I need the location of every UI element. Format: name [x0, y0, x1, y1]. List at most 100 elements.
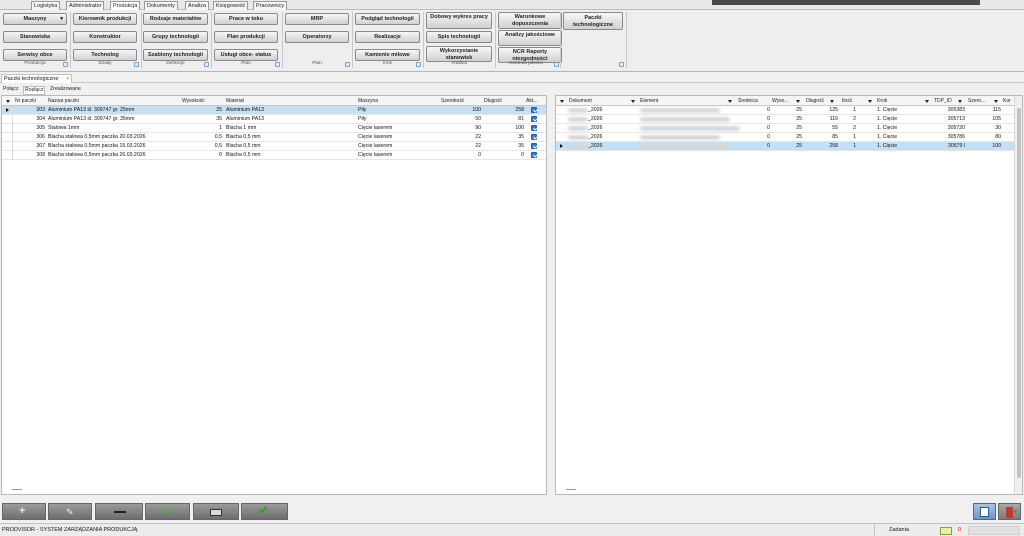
cell-wysokosc: 0,5 — [214, 134, 222, 140]
analizy-jakosciowe-button[interactable]: Analizy jakościowe — [498, 30, 562, 46]
spis-technologii-button[interactable]: Spis technologii — [426, 31, 492, 43]
grupy-technologii-button[interactable]: Grupy technologii — [143, 31, 208, 43]
col-dlugosc[interactable]: Długość — [806, 96, 824, 106]
expand-icon[interactable] — [345, 62, 350, 67]
col-dokument[interactable]: Dokument — [569, 96, 592, 106]
vertical-scrollbar[interactable] — [1014, 96, 1022, 494]
table-row[interactable]: 304 Aluminium PA13 śl. 309747 gr. 35mm 35 A… — [2, 115, 546, 124]
active-checkbox[interactable] — [531, 125, 537, 131]
edit-button[interactable]: ✎ — [48, 503, 92, 520]
col-tdp-id[interactable]: TDP_ID — [934, 96, 952, 106]
active-checkbox[interactable] — [531, 116, 537, 122]
menu-tab-administrator[interactable]: Administrator — [66, 1, 105, 10]
plan-produkcji-button[interactable]: Plan produkcji — [214, 31, 278, 43]
realizacje-button[interactable]: Realizacje — [355, 31, 420, 43]
filter-icon[interactable] — [830, 100, 834, 103]
cell-szerokosc: 100 — [472, 107, 481, 113]
mrp-button[interactable]: MRP — [285, 13, 349, 25]
filter-icon[interactable] — [958, 100, 962, 103]
col-szerokosc[interactable]: Szero... — [968, 96, 985, 106]
exit-button[interactable]: ➜ — [998, 503, 1021, 520]
table-row[interactable]: 307 Blacha stalowa 0,5mm paczka 15.03.202… — [2, 142, 546, 151]
filter-icon[interactable] — [994, 100, 998, 103]
col-wysokosc[interactable]: Wysokość — [182, 96, 205, 106]
maszyny-button[interactable]: Maszyny ▾ — [3, 13, 67, 25]
filter-icon[interactable] — [631, 100, 635, 103]
add-button[interactable]: + — [2, 503, 46, 520]
col-krok[interactable]: Krok — [877, 96, 887, 106]
active-checkbox[interactable] — [531, 107, 537, 113]
stanowiska-button[interactable]: Stanowiska — [3, 31, 67, 43]
operatorzy-button[interactable]: Operatorzy — [285, 31, 349, 43]
prace-w-toku-button[interactable]: Prace w toku — [214, 13, 278, 25]
cell-nr-paczki: 306 — [36, 134, 45, 140]
table-row[interactable]: _2026 0 25 258 1 1. Cięcie 30579 l 100 — [556, 142, 1014, 151]
delete-button[interactable] — [95, 503, 143, 520]
col-szerokosc[interactable]: Szerokość — [441, 96, 464, 106]
podglad-technologii-button[interactable]: Podgląd technologii — [355, 13, 420, 25]
expand-icon[interactable] — [204, 62, 209, 67]
filter-icon[interactable] — [925, 100, 929, 103]
separator — [560, 12, 561, 68]
rodzaje-materialow-button[interactable]: Rodzaje materiałów — [143, 13, 208, 25]
active-checkbox[interactable] — [531, 143, 537, 149]
expand-icon[interactable] — [619, 62, 624, 67]
col-kor[interactable]: Kor — [1003, 96, 1011, 106]
tab-polacz[interactable]: Połącz — [3, 86, 19, 93]
table-row[interactable]: 305 Stalowa 1mm 1 Blacha 1 mm Cięcie laserem… — [2, 124, 546, 133]
zadania-label[interactable]: Zadania — [889, 524, 909, 536]
confirm-button[interactable]: ✔ — [241, 503, 288, 520]
menu-tab-logistyka[interactable]: Logistyka — [31, 1, 61, 10]
col-aktywna[interactable]: Akt... — [526, 96, 537, 106]
menu-tab-pracownicy[interactable]: Pracownicy — [253, 1, 288, 10]
kierownik-produkcji-button[interactable]: Kierownik produkcji — [73, 13, 137, 25]
row-header-divider — [12, 142, 13, 151]
expand-icon[interactable] — [63, 62, 68, 67]
report-button[interactable] — [973, 503, 996, 520]
table-row[interactable]: _2026 0 25 116 2 1. Cięcie 305713 105 — [556, 115, 1014, 124]
expand-icon[interactable] — [275, 62, 280, 67]
col-maszyna[interactable]: Maszyna — [358, 96, 378, 106]
menu-tab-analiza[interactable]: Analiza — [185, 1, 210, 10]
col-dlugosc[interactable]: Długość — [484, 96, 502, 106]
col-material[interactable]: Materiał — [226, 96, 244, 106]
warunkowe-dopuszczenia-button[interactable]: Warunkowe dopuszczenia — [498, 12, 562, 29]
col-srednica[interactable]: Średnica — [738, 96, 758, 106]
table-row[interactable]: 303 Aluminium PA13 śl. 309747 gr. 25mm 25 A… — [2, 106, 546, 115]
chevron-down-icon: ▾ — [60, 16, 63, 22]
filter-icon[interactable] — [728, 100, 732, 103]
menu-tab-dokumenty[interactable]: Dokumenty — [144, 1, 178, 10]
close-icon[interactable]: × — [66, 76, 69, 82]
tab-rozlacz[interactable]: Rozłącz — [23, 86, 46, 95]
refresh-button[interactable]: ↻ — [145, 503, 190, 520]
col-nazwa-paczki[interactable]: Nazwa paczki — [48, 96, 79, 106]
table-row[interactable]: _2026 0 25 85 1 1. Cięcie 305786 80 — [556, 133, 1014, 142]
tab-zrealizowane[interactable]: Zrealizowane — [50, 86, 81, 93]
active-checkbox[interactable] — [531, 152, 537, 158]
col-nr-paczki[interactable]: Nr paczki — [15, 96, 36, 106]
table-row[interactable]: _2026 0 25 125 1 1. Cięcie 305383 115 — [556, 106, 1014, 115]
table-row[interactable]: 308 Blacha stalowa 0,5mm paczka 26.03.202… — [2, 151, 546, 160]
filter-icon[interactable] — [6, 100, 10, 103]
filter-icon[interactable] — [560, 100, 564, 103]
splitter[interactable] — [549, 95, 554, 495]
scrollbar-thumb[interactable] — [1017, 108, 1021, 478]
active-checkbox[interactable] — [531, 134, 537, 140]
table-row[interactable]: _2026 0 25 55 2 1. Cięcie 305720 30 — [556, 124, 1014, 133]
expand-icon[interactable] — [134, 62, 139, 67]
filter-icon[interactable] — [868, 100, 872, 103]
konstruktor-button[interactable]: Konstruktor — [73, 31, 137, 43]
col-element[interactable]: Element — [640, 96, 658, 106]
table-row[interactable]: 306 Blacha stalowa 0,5mm paczka 20.03.202… — [2, 133, 546, 142]
col-ilosc[interactable]: Ilość — [842, 96, 852, 106]
open-folder-button[interactable] — [193, 503, 239, 520]
filter-icon[interactable] — [796, 100, 800, 103]
dobowy-wykres-pracy-button[interactable]: Dobowy wykres pracy — [426, 12, 492, 29]
paczki-technologiczne-button[interactable]: Paczki technologiczne — [563, 12, 623, 30]
expand-icon[interactable] — [554, 62, 559, 67]
col-wysokosc[interactable]: Wyso... — [772, 96, 789, 106]
tab-paczki-technologiczne[interactable]: Paczki technologiczne × — [1, 74, 73, 83]
expand-icon[interactable] — [416, 62, 421, 67]
menu-tab-ksiegowosc[interactable]: Księgowość — [213, 1, 249, 10]
envelope-icon[interactable] — [940, 527, 952, 535]
